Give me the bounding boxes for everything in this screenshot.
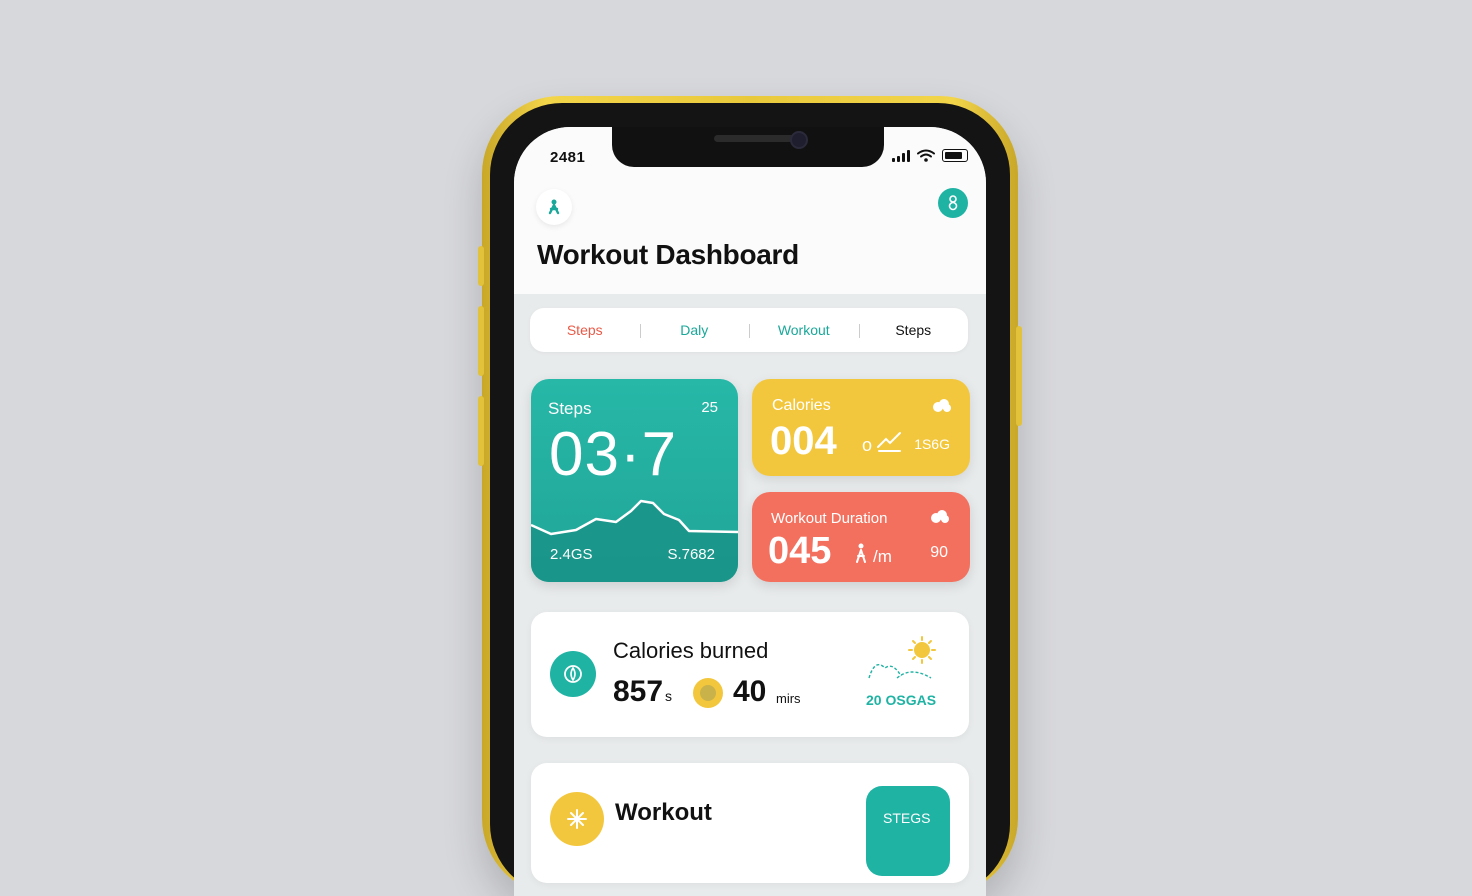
- tab-steps[interactable]: Steps: [530, 322, 640, 338]
- calories-card-value: 004: [770, 419, 837, 463]
- speaker-grille: [714, 135, 802, 142]
- calories-burned-minutes-unit: mirs: [776, 691, 801, 706]
- page-title: Workout Dashboard: [537, 239, 799, 270]
- calories-burned-value: 857: [613, 675, 664, 708]
- steps-card-value: 03·7: [549, 420, 678, 489]
- flame-icon: [564, 665, 582, 683]
- steps-card-right-stat: S.7682: [667, 546, 715, 563]
- steps-card[interactable]: Steps 25 03·7 2.4GS S.7682: [531, 379, 738, 582]
- steps-line-chart: [531, 499, 738, 582]
- battery-icon: [942, 149, 968, 162]
- calories-burned-icon-badge: [550, 651, 596, 697]
- calories-card-side-value: 1S6G: [914, 436, 950, 452]
- sunny-hills-icon: [868, 636, 936, 679]
- tab-bar: Steps Daly Workout Steps: [530, 308, 968, 352]
- steps-card-corner-value: 25: [701, 399, 718, 416]
- phone-bezel: 2481 Workout Dashboard Steps Daly Workou…: [490, 103, 1010, 896]
- profile-button[interactable]: [938, 188, 968, 218]
- phone-screen: 2481 Workout Dashboard Steps Daly Workou…: [514, 127, 986, 896]
- calories-burned-minutes: 40: [733, 675, 767, 708]
- calories-card[interactable]: Calories 004 o 1S6G: [752, 379, 970, 476]
- workout-card[interactable]: Workout STEGS: [531, 763, 969, 883]
- steps-card-title: Steps: [548, 399, 592, 418]
- tab-steps-alt[interactable]: Steps: [858, 322, 969, 338]
- duration-card-unit: /m: [873, 547, 892, 566]
- volume-up-button: [478, 306, 484, 376]
- tab-workout[interactable]: Workout: [749, 322, 859, 338]
- status-time: 2481: [550, 149, 586, 166]
- workout-steps-badge[interactable]: STEGS: [866, 786, 950, 876]
- front-camera: [790, 131, 808, 149]
- workout-icon-badge: [550, 792, 604, 846]
- trend-icon: [877, 432, 901, 452]
- timer-dot-icon: [693, 678, 723, 708]
- duration-card-value: 045: [768, 530, 832, 572]
- runner-icon: [548, 199, 560, 215]
- calories-burned-suffix: s: [665, 688, 672, 704]
- status-icons: [892, 149, 968, 162]
- workout-badge-label: STEGS: [883, 810, 931, 826]
- app-logo-button[interactable]: [536, 189, 572, 225]
- calories-card-unit: o: [862, 435, 873, 455]
- workout-title: Workout: [615, 799, 712, 826]
- volume-down-button: [478, 396, 484, 466]
- phone-notch: [612, 127, 884, 167]
- cloud-icon: [931, 510, 949, 523]
- wifi-icon: [917, 149, 935, 162]
- calories-burned-card[interactable]: Calories burned 857 s 40 mirs 20 OSGAS: [531, 612, 969, 737]
- workout-duration-card[interactable]: Workout Duration 045 /m 90: [752, 492, 970, 582]
- mute-switch: [478, 246, 484, 286]
- profile-icon: [948, 195, 958, 211]
- duration-card-title: Workout Duration: [771, 510, 888, 527]
- walker-icon: [856, 543, 866, 563]
- cloud-icon: [933, 399, 951, 412]
- duration-card-side-value: 90: [930, 544, 948, 561]
- power-button: [1016, 326, 1022, 426]
- calories-burned-side-label: 20 OSGAS: [866, 692, 937, 708]
- sparkle-icon: [567, 809, 587, 829]
- calories-card-title: Calories: [772, 397, 831, 414]
- signal-icon: [892, 149, 910, 162]
- calories-burned-title: Calories burned: [613, 638, 769, 663]
- steps-card-left-stat: 2.4GS: [550, 546, 593, 563]
- phone-frame: 2481 Workout Dashboard Steps Daly Workou…: [478, 96, 1022, 896]
- tab-daily[interactable]: Daly: [639, 322, 750, 338]
